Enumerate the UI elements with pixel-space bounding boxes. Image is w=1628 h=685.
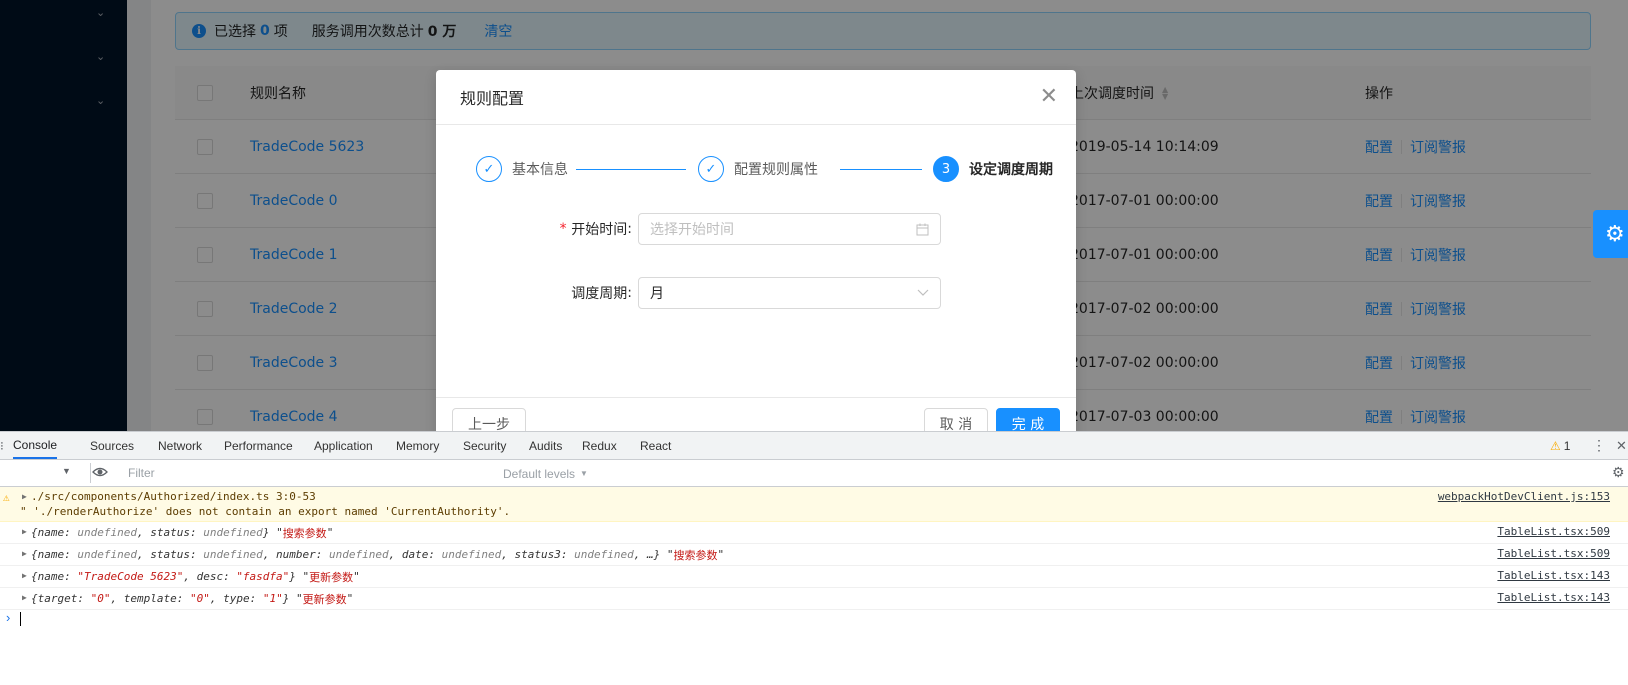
- gear-icon: ⚙: [1605, 221, 1625, 247]
- warning-counter[interactable]: ⚠ 1: [1550, 432, 1570, 459]
- cancel-button[interactable]: 取 消: [924, 408, 988, 431]
- kebab-menu-icon[interactable]: ⋮: [1592, 432, 1606, 459]
- tab-redux[interactable]: Redux: [582, 432, 617, 459]
- required-mark: *: [558, 221, 568, 237]
- expand-triangle-icon[interactable]: ▶: [22, 593, 27, 602]
- console-log: ▶ {name: "TradeCode 5623", desc: "fasdfa…: [0, 566, 1628, 588]
- console-prompt[interactable]: ›: [0, 610, 1628, 630]
- check-icon: ✓: [476, 156, 502, 182]
- console-log: ▶ {target: "0", template: "0", type: "1"…: [0, 588, 1628, 610]
- devtools-tabbar: ⁝ Console Sources Network Performance Applic…: [0, 432, 1628, 460]
- step-connector: [840, 169, 922, 170]
- period-row: 调度周期 : 月: [436, 277, 1076, 309]
- log-object[interactable]: {name: undefined, status: undefined} " 搜索…: [31, 525, 333, 540]
- warning-line-2: " './renderAuthorize' does not contain a…: [20, 505, 511, 518]
- start-time-placeholder: 选择开始时间: [650, 222, 734, 238]
- gear-icon[interactable]: ⚙: [1612, 464, 1625, 481]
- text-caret: [20, 612, 21, 626]
- log-source-link[interactable]: TableList.tsx:509: [1497, 525, 1610, 538]
- log-object[interactable]: {name: "TradeCode 5623", desc: "fasdfa"}…: [31, 569, 360, 584]
- expand-triangle-icon[interactable]: ▶: [22, 492, 27, 501]
- tab-application[interactable]: Application: [314, 432, 373, 459]
- close-icon[interactable]: ✕: [1616, 432, 1627, 459]
- log-object[interactable]: {name: undefined, status: undefined, num…: [31, 547, 724, 562]
- chevron-down-icon: [917, 278, 929, 308]
- modal-header: 规则配置 ✕: [436, 70, 1076, 125]
- tab-sources[interactable]: Sources: [90, 432, 134, 459]
- console-log: ▶ {name: undefined, status: undefined, n…: [0, 544, 1628, 566]
- warning-line-1: ./src/components/Authorized/index.ts 3:0…: [31, 490, 316, 503]
- console-log: ▶ {name: undefined, status: undefined} "…: [0, 522, 1628, 544]
- modal-title: 规则配置: [460, 89, 525, 108]
- rule-config-modal: 规则配置 ✕ ✓ 基本信息 ✓ 配置规则属性 3 设定调度周期 * 开始时间 :…: [436, 70, 1076, 431]
- tab-security[interactable]: Security: [463, 432, 506, 459]
- start-time-picker[interactable]: 选择开始时间: [638, 213, 941, 245]
- period-value: 月: [650, 286, 664, 302]
- more-tabs-icon[interactable]: ⁝: [0, 432, 4, 459]
- tab-memory[interactable]: Memory: [396, 432, 439, 459]
- console-toolbar: ▼ Filter Default levels ▼ ⚙: [0, 460, 1628, 487]
- step-2-title: 配置规则属性: [734, 162, 818, 178]
- settings-drawer-button[interactable]: ⚙: [1593, 210, 1628, 258]
- tab-react[interactable]: React: [640, 432, 671, 459]
- close-icon[interactable]: ✕: [1040, 84, 1058, 110]
- expand-triangle-icon[interactable]: ▶: [22, 571, 27, 580]
- log-source-link[interactable]: TableList.tsx:143: [1497, 591, 1610, 604]
- warning-icon: ⚠: [1550, 438, 1561, 453]
- period-select[interactable]: 月: [638, 277, 941, 309]
- chevron-down-icon: ▼: [580, 469, 588, 478]
- tab-performance[interactable]: Performance: [224, 432, 293, 459]
- prompt-chevron-icon: ›: [6, 610, 11, 625]
- start-time-label: * 开始时间 :: [558, 221, 632, 238]
- finish-button[interactable]: 完 成: [996, 408, 1060, 431]
- expand-triangle-icon[interactable]: ▶: [22, 549, 27, 558]
- console-warning: ⚠ ▶ ./src/components/Authorized/index.ts…: [0, 487, 1628, 522]
- step-3-title: 设定调度周期: [969, 162, 1053, 178]
- check-icon: ✓: [698, 156, 724, 182]
- console-messages: ⚠ ▶ ./src/components/Authorized/index.ts…: [0, 487, 1628, 630]
- steps: ✓ 基本信息 ✓ 配置规则属性 3 设定调度周期: [476, 156, 1053, 182]
- step-1-title: 基本信息: [512, 162, 568, 178]
- warning-icon: ⚠: [3, 491, 10, 504]
- calendar-icon: [916, 214, 929, 244]
- modal-footer: 上一步 取 消 完 成: [436, 397, 1076, 431]
- app-area: ⌄ ⌄ ⌄ i 已选择 0 项 服务调用次数总计 0 万 清空 规则名称 上次调: [0, 0, 1628, 431]
- console-filter-input[interactable]: Filter: [120, 463, 496, 483]
- warning-count: 1: [1563, 438, 1571, 453]
- log-source-link[interactable]: TableList.tsx:143: [1497, 569, 1610, 582]
- log-source-link[interactable]: TableList.tsx:509: [1497, 547, 1610, 560]
- period-label: 调度周期 :: [571, 285, 632, 302]
- step-connector: [576, 169, 686, 170]
- eye-icon[interactable]: [92, 464, 108, 483]
- warning-source-link[interactable]: webpackHotDevClient.js:153: [1438, 490, 1610, 503]
- context-dropdown-icon[interactable]: ▼: [62, 466, 71, 476]
- log-object[interactable]: {target: "0", template: "0", type: "1"} …: [31, 591, 353, 606]
- start-time-row: * 开始时间 : 选择开始时间: [436, 213, 1076, 245]
- prev-step-button[interactable]: 上一步: [452, 408, 526, 431]
- log-levels-label: Default levels: [503, 466, 576, 481]
- tab-console[interactable]: Console: [13, 432, 58, 459]
- log-levels-dropdown[interactable]: Default levels ▼: [503, 460, 588, 487]
- step-3-number: 3: [933, 156, 959, 182]
- tab-network[interactable]: Network: [158, 432, 202, 459]
- tab-audits[interactable]: Audits: [529, 432, 562, 459]
- devtools-panel: ⁝ Console Sources Network Performance Applic…: [0, 431, 1628, 685]
- expand-triangle-icon[interactable]: ▶: [22, 527, 27, 536]
